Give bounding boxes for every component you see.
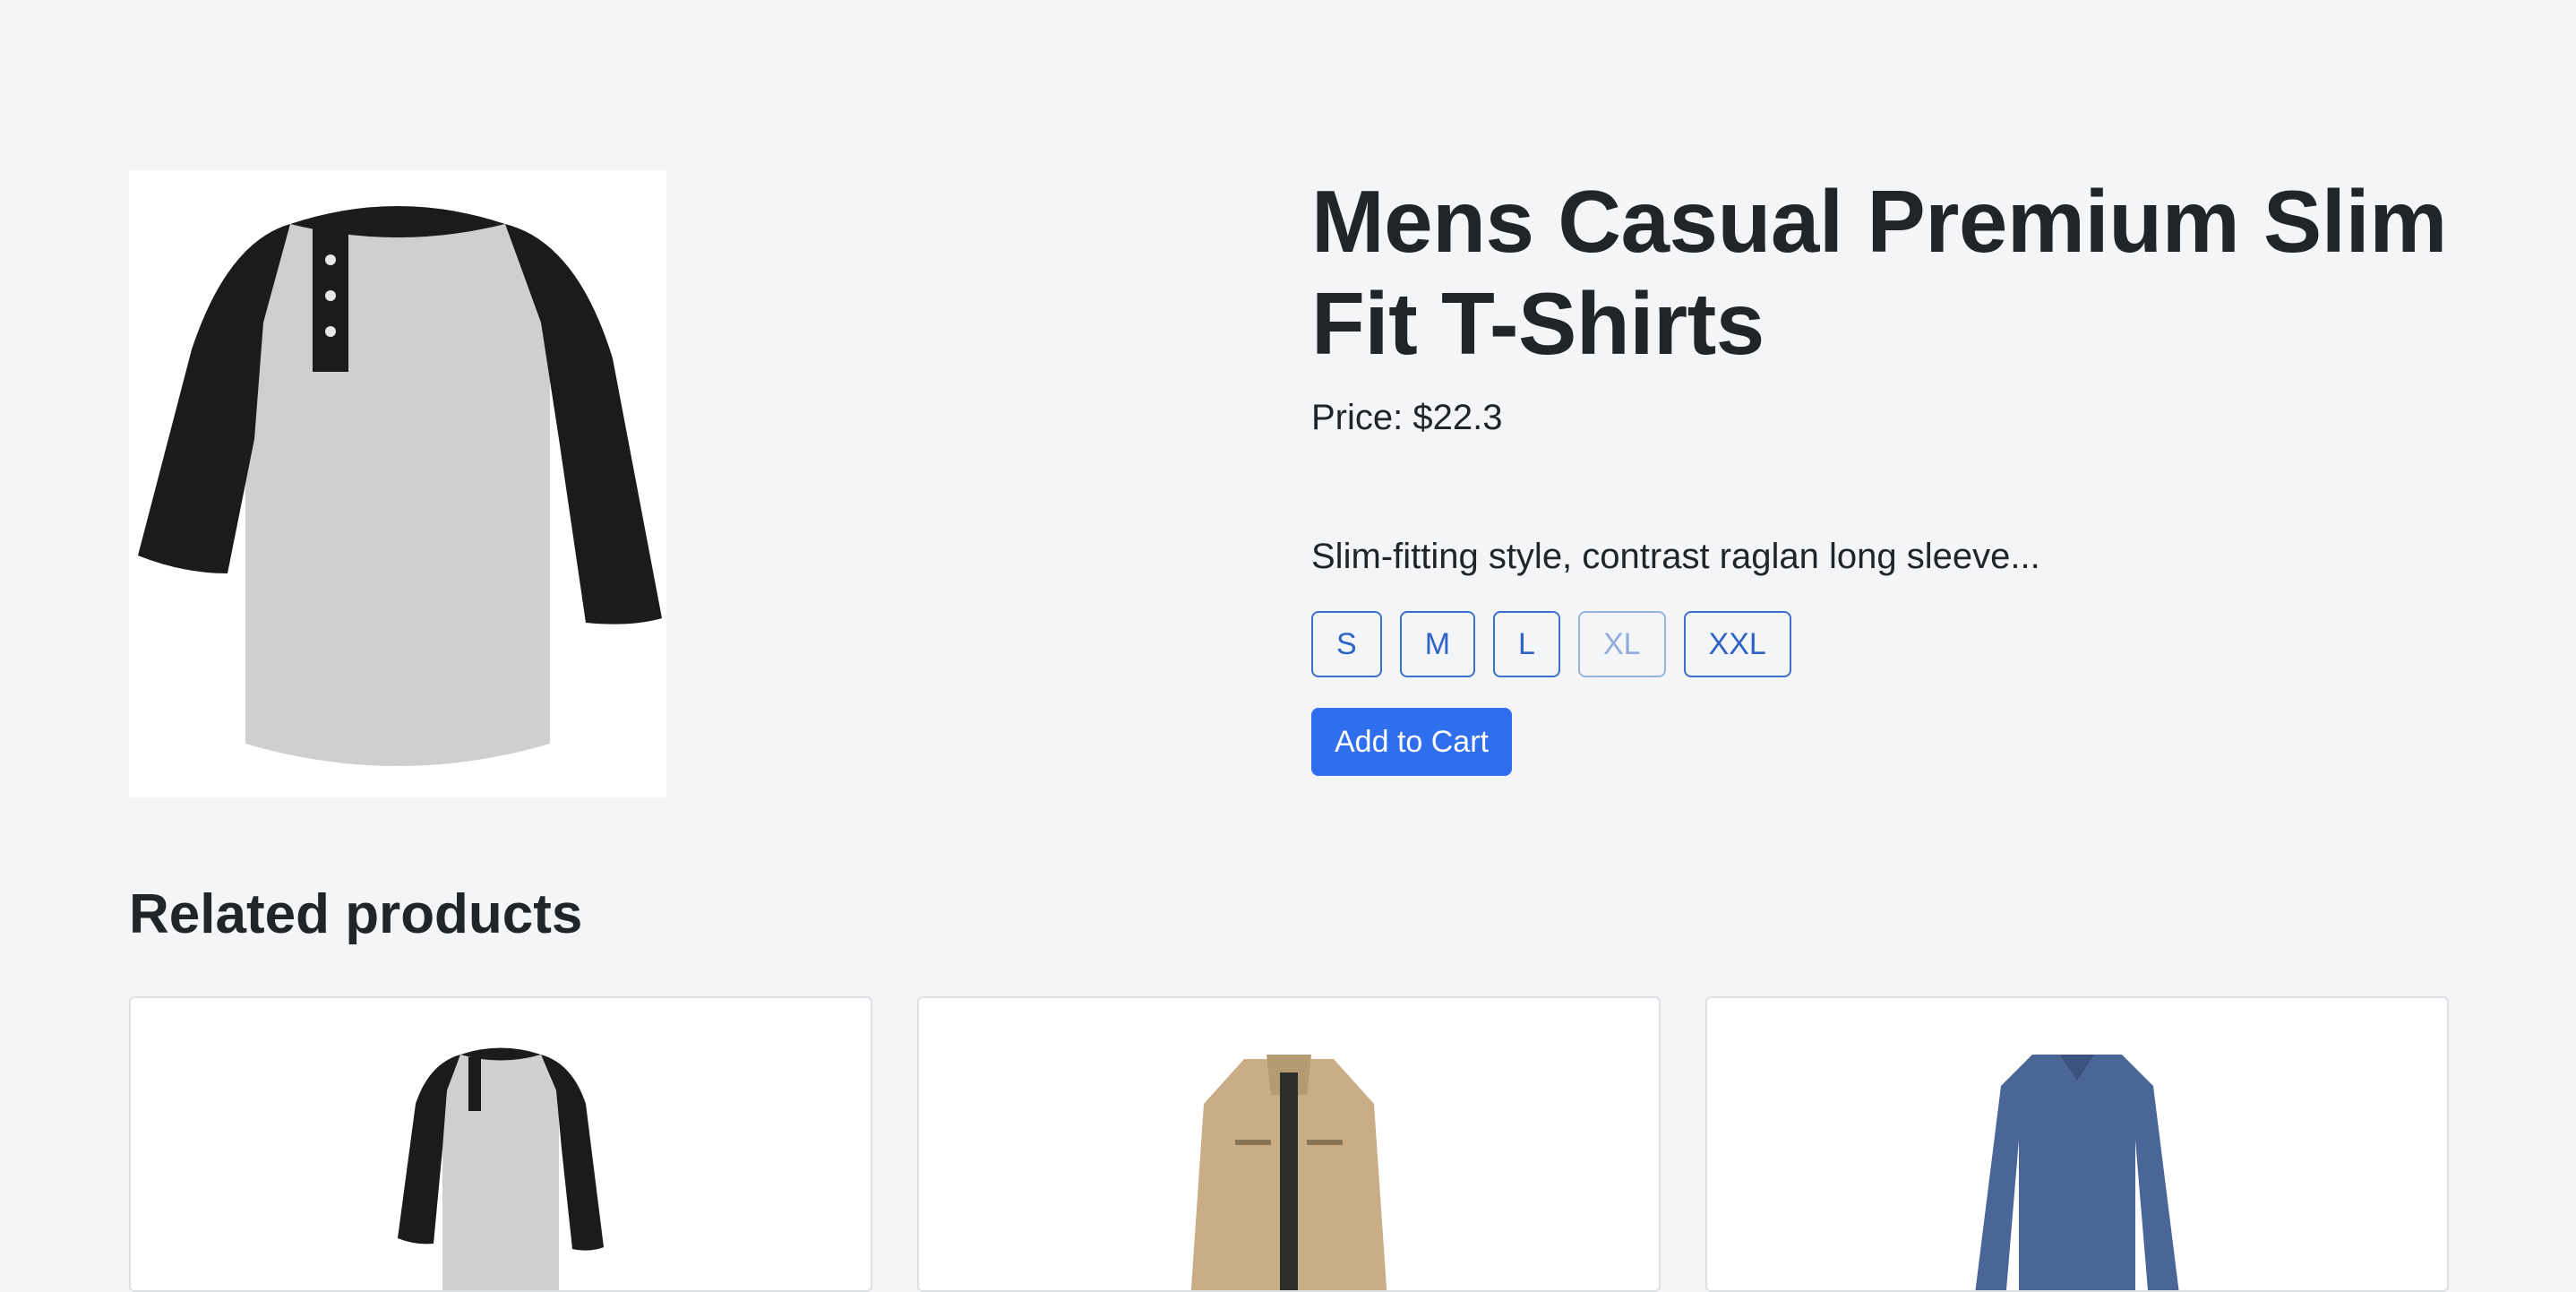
related-products-title: Related products — [129, 883, 583, 945]
add-to-cart-button[interactable]: Add to Cart — [1311, 708, 1512, 776]
size-selector: S M L XL XXL — [1311, 611, 2476, 677]
product-price: Price: $22.3 — [1311, 398, 1503, 437]
size-button-s[interactable]: S — [1311, 611, 1382, 677]
related-product-card[interactable] — [1705, 996, 2449, 1292]
product-description: Slim-fitting style, contrast raglan long… — [1311, 537, 2040, 576]
product-title: Mens Casual Premium Slim Fit T-Shirts — [1311, 172, 2447, 373]
raglan-henley-shirt-image — [398, 1047, 604, 1290]
product-image — [129, 170, 666, 797]
size-button-m[interactable]: M — [1399, 611, 1476, 677]
blue-vneck-sweater-image — [1975, 1055, 2179, 1290]
size-button-l[interactable]: L — [1493, 611, 1560, 677]
size-button-xxl[interactable]: XXL — [1683, 611, 1791, 677]
khaki-jacket-image — [1190, 1055, 1387, 1290]
product-details: Mens Casual Premium Slim Fit T-Shirts Pr… — [1311, 170, 2476, 776]
raglan-henley-shirt-image — [138, 206, 662, 766]
related-product-card[interactable] — [129, 996, 872, 1292]
related-product-card[interactable] — [917, 996, 1661, 1292]
related-products-grid — [129, 996, 2449, 1292]
size-button-xl: XL — [1577, 611, 1666, 677]
